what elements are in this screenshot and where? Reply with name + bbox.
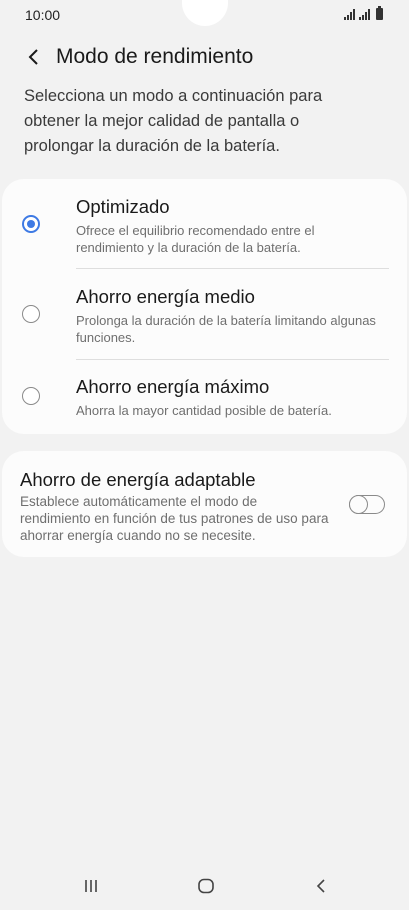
page-title: Modo de rendimiento [56, 45, 254, 68]
mode-title: Optimizado [76, 196, 170, 217]
adaptive-toggle[interactable] [348, 494, 385, 514]
mode-option-medium-saving[interactable]: Ahorro energía medio Prolonga la duració… [2, 269, 407, 359]
back-icon [316, 879, 325, 893]
adaptive-power-saving-card[interactable]: Ahorro de energía adaptable Establece au… [2, 451, 407, 557]
nav-back-button[interactable] [306, 875, 336, 897]
toggle-knob [348, 494, 368, 514]
performance-modes-card: Optimizado Ofrece el equilibrio recomend… [2, 179, 407, 434]
camera-notch [182, 0, 228, 26]
mode-description: Ahorra la mayor cantidad posible de bate… [76, 403, 332, 418]
home-button[interactable] [191, 875, 221, 897]
recent-apps-icon [85, 880, 97, 892]
navigation-bar [0, 860, 409, 910]
battery-icon [376, 6, 383, 20]
signal-icon [344, 9, 355, 20]
mode-title: Ahorro energía máximo [76, 376, 270, 397]
radio-optimized[interactable] [22, 215, 40, 233]
mode-description: Ofrece el equilibrio recomendado entre e… [76, 223, 315, 255]
adaptive-title: Ahorro de energía adaptable [20, 469, 256, 490]
recent-apps-button[interactable] [76, 875, 106, 897]
status-icons [344, 6, 383, 20]
radio-max-saving[interactable] [22, 387, 40, 405]
app-header: Modo de rendimiento [0, 36, 409, 80]
back-button[interactable] [18, 42, 48, 72]
status-bar: 10:00 [0, 0, 409, 32]
home-icon [198, 878, 214, 894]
intro-text: Selecciona un modo a continuación para o… [24, 87, 323, 155]
mode-option-optimized[interactable]: Optimizado Ofrece el equilibrio recomend… [2, 179, 407, 267]
status-time: 10:00 [25, 7, 61, 23]
mode-option-max-saving[interactable]: Ahorro energía máximo Ahorra la mayor ca… [2, 360, 407, 434]
signal-icon-2 [359, 9, 370, 20]
mode-title: Ahorro energía medio [76, 286, 255, 307]
chevron-left-icon [28, 49, 38, 65]
adaptive-description: Establece automáticamente el modo de ren… [20, 494, 329, 543]
radio-medium-saving[interactable] [22, 305, 40, 323]
mode-description: Prolonga la duración de la batería limit… [76, 313, 376, 345]
